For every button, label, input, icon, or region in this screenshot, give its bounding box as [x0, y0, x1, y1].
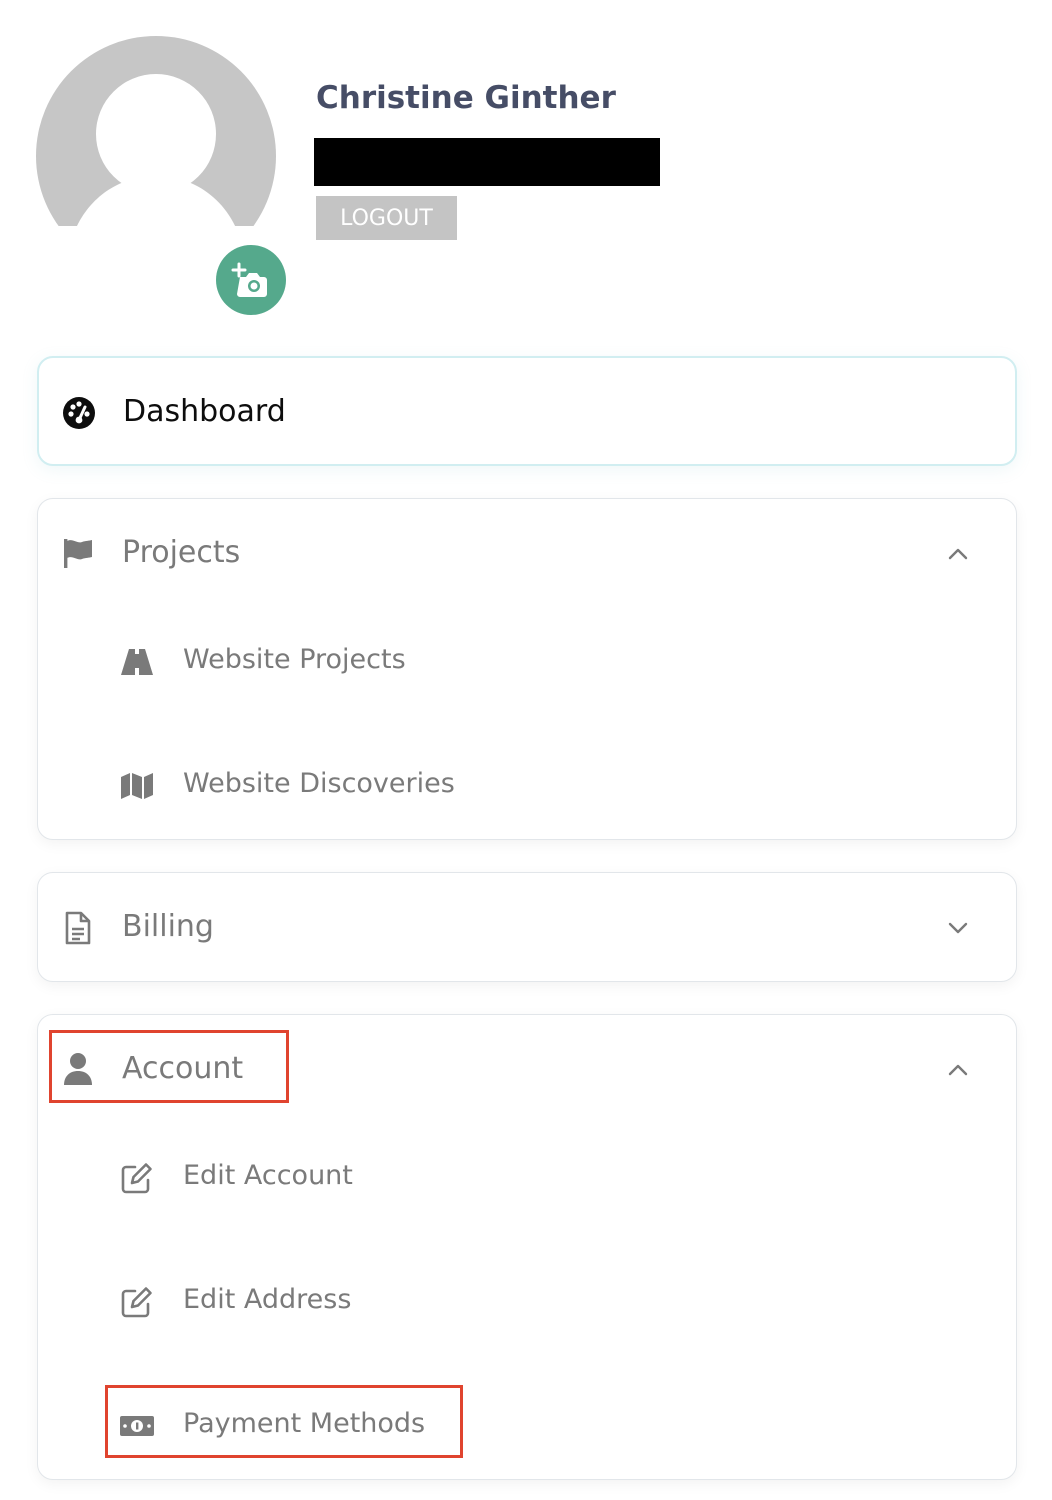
nav-label-dashboard: Dashboard [123, 394, 286, 429]
nav-item-billing[interactable]: Billing [38, 873, 1016, 983]
nav-label-account: Account [122, 1051, 244, 1086]
user-icon [60, 1051, 96, 1087]
document-icon [60, 910, 96, 946]
nav-card-dashboard[interactable]: Dashboard [37, 356, 1017, 466]
edit-icon [118, 1160, 156, 1196]
user-name: Christine Ginther [316, 80, 616, 116]
sub-label-website-projects: Website Projects [183, 644, 406, 675]
nav-label-billing: Billing [122, 909, 214, 944]
nav-card-projects: Projects Website Projects Website Discov… [37, 498, 1017, 840]
sub-item-edit-address[interactable]: Edit Address [118, 1272, 518, 1332]
road-icon [118, 644, 156, 680]
logout-button[interactable]: LOGOUT [316, 196, 457, 240]
nav-item-projects[interactable]: Projects [38, 499, 1016, 607]
sub-label-edit-address: Edit Address [183, 1284, 352, 1315]
change-photo-button[interactable] [216, 245, 286, 315]
sub-item-website-discoveries[interactable]: Website Discoveries [118, 756, 518, 816]
sub-item-payment-methods[interactable]: Payment Methods [118, 1396, 518, 1456]
dashboard-gauge-icon [61, 395, 97, 431]
redacted-email [314, 138, 660, 186]
sub-item-edit-account[interactable]: Edit Account [118, 1148, 518, 1208]
sub-label-payment-methods: Payment Methods [183, 1408, 426, 1439]
nav-label-projects: Projects [122, 535, 241, 570]
chevron-down-icon[interactable] [946, 916, 970, 940]
chevron-up-icon[interactable] [946, 542, 970, 566]
chevron-up-icon[interactable] [946, 1058, 970, 1082]
map-icon [118, 768, 156, 804]
flag-icon [60, 535, 96, 571]
nav-card-billing: Billing [37, 872, 1017, 982]
nav-item-account[interactable]: Account [38, 1015, 1016, 1123]
nav-card-account: Account Edit Account Edit Address Paymen… [37, 1014, 1017, 1480]
sub-label-edit-account: Edit Account [183, 1160, 353, 1191]
sub-item-website-projects[interactable]: Website Projects [118, 632, 518, 692]
profile-header: Christine Ginther LOGOUT [0, 0, 1052, 330]
nav-item-dashboard[interactable]: Dashboard [39, 358, 1015, 468]
add-photo-icon [231, 262, 267, 297]
edit-icon [118, 1284, 156, 1320]
money-bill-icon [118, 1408, 156, 1444]
avatar-placeholder-icon [36, 36, 276, 276]
sub-label-website-discoveries: Website Discoveries [183, 768, 455, 799]
